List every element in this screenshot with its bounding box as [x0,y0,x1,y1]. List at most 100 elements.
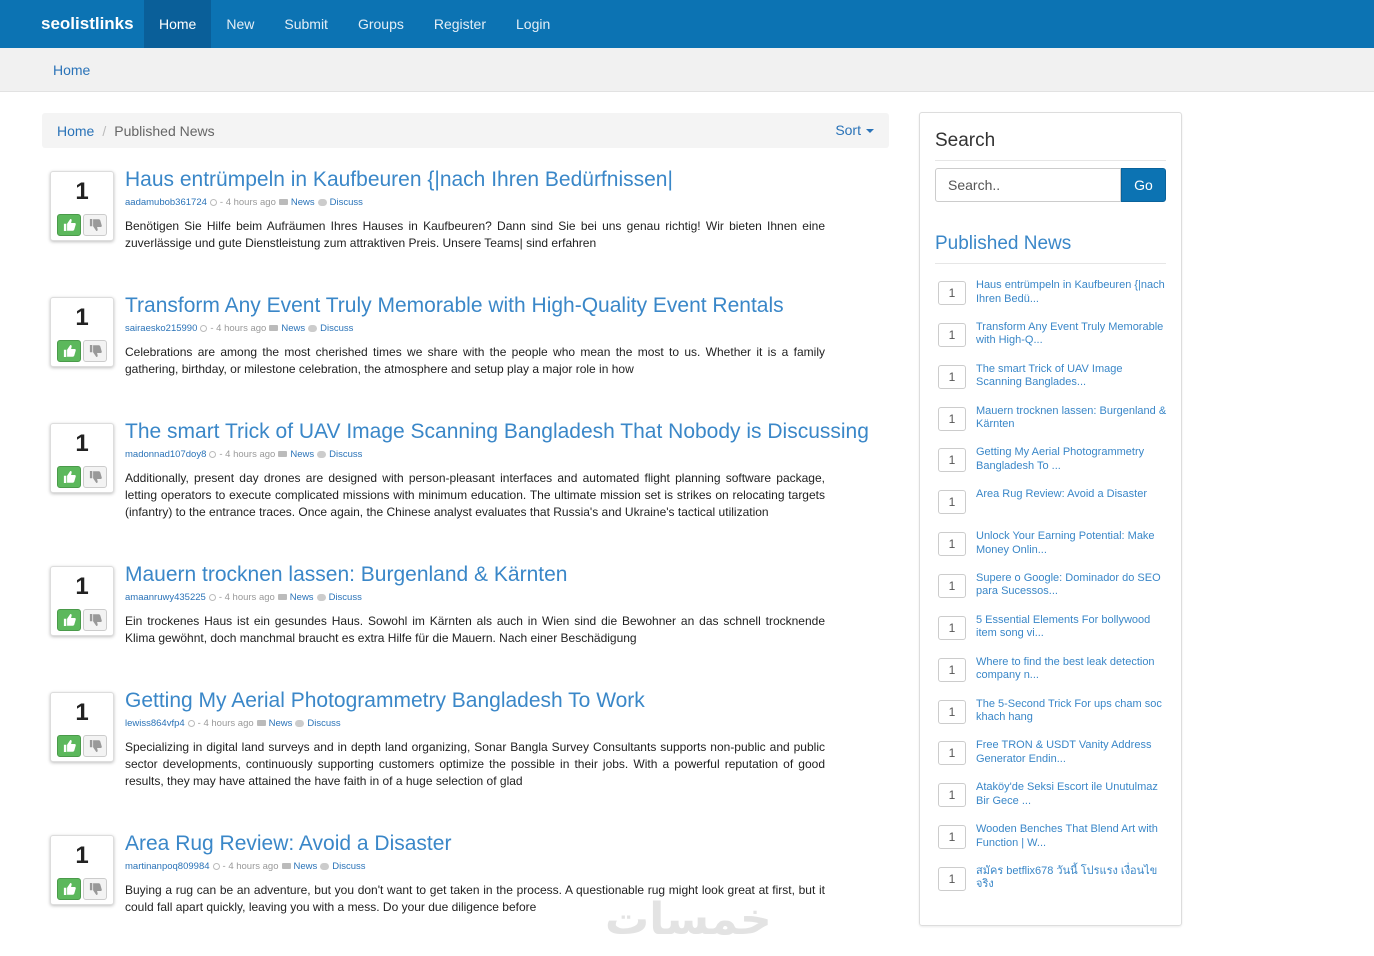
folder-icon [281,863,291,869]
vote-count: 1 [75,699,89,726]
story-discuss-link[interactable]: Discuss [320,323,353,334]
story-meta: aadamubob361724 - 4 hours ago News Discuss [125,197,825,209]
sidebar-vote-count: 1 [938,281,966,305]
nav-register[interactable]: Register [419,0,501,48]
story-author[interactable]: madonnad107doy8 [125,449,206,460]
folder-icon [269,325,279,331]
watermark-logo: خمسات [605,894,772,945]
site-brand[interactable]: seolistlinks [26,0,144,48]
breadcrumb-current: Published News [114,122,215,139]
story-description: Ein trockenes Haus ist ein gesundes Haus… [125,614,825,645]
sidebar-news-item: 1 Unlock Your Earning Potential: Make Mon… [938,530,1178,570]
story-description: Benötigen Sie Hilfe beim Aufräumen Ihres… [125,219,825,250]
story-title[interactable]: Mauern trocknen lassen: Burgenland & Kär… [125,562,825,588]
story-author[interactable]: martinanpoq809984 [125,861,210,872]
thumbs-up-icon[interactable] [57,735,81,757]
sidebar-news-link[interactable]: Where to find the best leak detection co… [976,656,1171,683]
story-author[interactable]: lewiss864vfp4 [125,718,185,729]
thumbs-up-icon[interactable] [57,340,81,362]
breadcrumb: Home / Published News Sort [42,113,889,148]
thumbs-up-icon[interactable] [57,466,81,488]
clock-icon [209,199,217,206]
story-category[interactable]: News [269,718,293,729]
story-content: Haus entrümpeln in Kaufbeuren {|nach Ihr… [125,167,825,252]
sidebar-news-link[interactable]: Ataköy'de Seksi Escort ile Unutulmaz Bir… [976,781,1171,808]
sidebar-news-link[interactable]: Area Rug Review: Avoid a Disaster [976,488,1171,502]
sidebar-vote-count: 1 [938,406,966,431]
nav-login[interactable]: Login [501,0,565,48]
nav-new[interactable]: New [211,0,269,48]
sidebar-news-link[interactable]: สมัคร betflix678 วันนี้ โปรแรง เงื่อนไขจ… [976,865,1171,892]
thumbs-down-icon[interactable] [83,340,107,362]
story-category[interactable]: News [290,592,314,603]
sidebar-news-link[interactable]: The 5-Second Trick For ups cham soc khac… [976,698,1171,725]
story-meta: amaanruwy435225 - 4 hours ago News Discuss [125,592,825,604]
sidebar-news-item: 1 Transform Any Event Truly Memorable wit… [938,321,1178,361]
nav-submit[interactable]: Submit [269,0,343,48]
published-news-heading[interactable]: Published News [935,233,1071,255]
sidebar-news-link[interactable]: Unlock Your Earning Potential: Make Mone… [976,530,1171,557]
comment-icon [317,451,327,458]
thumbs-down-icon[interactable] [83,609,107,631]
thumbs-up-icon[interactable] [57,878,81,900]
story-title[interactable]: Getting My Aerial Photogrammetry Banglad… [125,688,825,714]
story-title[interactable]: Area Rug Review: Avoid a Disaster [125,831,825,857]
sidebar-news-link[interactable]: Wooden Benches That Blend Art with Funct… [976,823,1171,850]
story-discuss-link[interactable]: Discuss [329,592,362,603]
story-author[interactable]: amaanruwy435225 [125,592,206,603]
sidebar: Search Go Published News 1 Haus entrümpel… [919,112,1182,926]
nav-groups[interactable]: Groups [343,0,419,48]
sidebar-vote-count: 1 [938,490,966,515]
story-meta: martinanpoq809984 - 4 hours ago News Discus… [125,861,825,873]
sidebar-news-item: 1 Where to find the best leak detection c… [938,656,1178,696]
story-discuss-link[interactable]: Discuss [330,197,363,208]
story-category[interactable]: News [290,449,314,460]
sidebar-news-link[interactable]: Supere o Google: Dominador do SEO para S… [976,572,1171,599]
thumbs-down-icon[interactable] [83,466,107,488]
sidebar-vote-count: 1 [938,448,966,473]
nav-home[interactable]: Home [144,0,212,48]
vote-count: 1 [75,178,89,205]
sidebar-news-link[interactable]: The smart Trick of UAV Image Scanning Ba… [976,363,1171,390]
sidebar-news-link[interactable]: 5 Essential Elements For bollywood item … [976,614,1171,641]
story-category[interactable]: News [294,861,318,872]
sidebar-news-link[interactable]: Haus entrümpeln in Kaufbeuren {|nach Ihr… [976,279,1171,306]
thumbs-down-icon[interactable] [83,878,107,900]
search-input[interactable] [935,168,1121,202]
thumbs-up-icon[interactable] [57,609,81,631]
sidebar-news-link[interactable]: Mauern trocknen lassen: Burgenland & Kär… [976,405,1171,432]
sidebar-vote-count: 1 [938,741,966,766]
story-discuss-link[interactable]: Discuss [329,449,362,460]
breadcrumb-home[interactable]: Home [57,123,94,139]
folder-icon [278,451,288,457]
story-discuss-link[interactable]: Discuss [307,718,340,729]
story-title[interactable]: The smart Trick of UAV Image Scanning Ba… [125,419,869,445]
story-category[interactable]: News [281,323,305,334]
sidebar-news-link[interactable]: Transform Any Event Truly Memorable with… [976,321,1171,348]
sidebar-news-link[interactable]: Free TRON & USDT Vanity Address Generato… [976,739,1171,766]
search-go-button[interactable]: Go [1121,168,1166,202]
sidebar-vote-count: 1 [938,699,966,724]
story-title[interactable]: Transform Any Event Truly Memorable with… [125,293,825,319]
sidebar-news-link[interactable]: Getting My Aerial Photogrammetry Banglad… [976,446,1171,473]
sidebar-news-item: 1 5 Essential Elements For bollywood item… [938,614,1178,654]
thumbs-down-icon[interactable] [83,735,107,757]
sidebar-news-item: 1 The smart Trick of UAV Image Scanning B… [938,363,1178,403]
story-content: The smart Trick of UAV Image Scanning Ba… [125,419,869,521]
story-author[interactable]: aadamubob361724 [125,197,207,208]
sidebar-news-item: 1 สมัคร betflix678 วันนี้ โปรแรง เงื่อนไข… [938,865,1178,905]
vote-count: 1 [75,304,89,331]
folder-icon [278,199,288,205]
thumbs-up-icon[interactable] [57,214,81,236]
comment-icon [317,199,327,206]
thumbs-down-icon[interactable] [83,214,107,236]
sidebar-vote-count: 1 [938,866,966,891]
story-category[interactable]: News [291,197,315,208]
sub-header-home-link[interactable]: Home [53,62,90,78]
sort-dropdown[interactable]: Sort [835,122,874,138]
story-author[interactable]: sairaesko215990 [125,323,197,334]
story-discuss-link[interactable]: Discuss [332,861,365,872]
sidebar-vote-count: 1 [938,783,966,808]
sidebar-news-item: 1 Haus entrümpeln in Kaufbeuren {|nach Ih… [938,279,1178,319]
story-title[interactable]: Haus entrümpeln in Kaufbeuren {|nach Ihr… [125,167,825,193]
